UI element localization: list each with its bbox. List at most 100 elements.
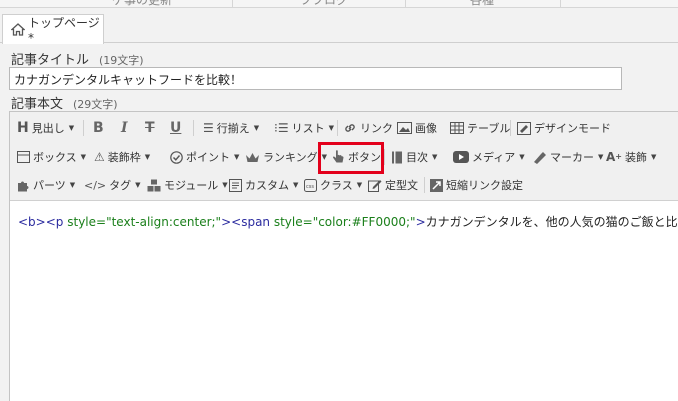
table-label: テーブル xyxy=(467,122,511,135)
list-dropdown[interactable]: ⁝☰ リスト ▼ xyxy=(274,118,334,138)
list-icon: ⁝☰ xyxy=(274,121,289,135)
decoration-label: 装飾 xyxy=(625,151,647,164)
button-insert[interactable]: ボタン xyxy=(332,147,381,167)
caret-down-icon: ▼ xyxy=(80,153,87,161)
cubes-icon xyxy=(147,179,161,192)
editor-content[interactable]: <b><p style="text-align:center;"><span s… xyxy=(10,201,678,401)
caret-down-icon: ▼ xyxy=(293,181,299,189)
caret-down-icon: ▼ xyxy=(144,153,151,161)
template-button[interactable]: 定型文 xyxy=(368,175,418,195)
caret-down-icon: ▼ xyxy=(234,153,240,161)
tag-dropdown[interactable]: </> タグ ▼ xyxy=(84,175,141,195)
caret-down-icon: ▼ xyxy=(432,153,438,161)
heading-icon: H xyxy=(17,120,29,136)
image-label: 画像 xyxy=(415,122,437,135)
short-link-button[interactable]: 短縮リンク設定 xyxy=(430,175,523,195)
align-dropdown[interactable]: ☰ 行揃え ▼ xyxy=(203,118,259,138)
toolbar-row: H 見出し ▼ B I T U ☰ 行揃え ▼ ⁝☰ リスト ▼ リンク 画像 … xyxy=(10,114,678,142)
code-token: <p xyxy=(45,215,68,229)
editor-toolbar: H 見出し ▼ B I T U ☰ 行揃え ▼ ⁝☰ リスト ▼ リンク 画像 … xyxy=(10,112,678,201)
puzzle-icon xyxy=(17,179,30,192)
bold-button[interactable]: B xyxy=(93,118,104,138)
short-link-icon xyxy=(430,178,443,192)
top-navigation: ゲ事の更新 ブブログ 各種 xyxy=(0,0,678,8)
marker-dropdown[interactable]: マーカー ▼ xyxy=(532,147,603,167)
edit-icon xyxy=(368,179,382,192)
topnav-item[interactable]: ブブログ xyxy=(300,0,348,7)
divider xyxy=(510,120,511,136)
underline-button[interactable]: U xyxy=(170,118,181,138)
short-link-label: 短縮リンク設定 xyxy=(446,179,523,192)
tab-bar: トップページ* xyxy=(0,8,678,45)
youtube-icon xyxy=(453,151,469,163)
css-icon: css xyxy=(304,178,317,192)
divider xyxy=(384,149,385,165)
char-count: (29文字) xyxy=(73,98,118,111)
caret-down-icon: ▼ xyxy=(222,181,228,189)
code-token: "color:#FF0000;" xyxy=(312,215,416,229)
decor-frame-label: 装飾枠 xyxy=(107,151,141,164)
svg-text:css: css xyxy=(306,184,314,190)
template-label: 定型文 xyxy=(385,179,418,192)
class-dropdown[interactable]: css クラス ▼ xyxy=(304,175,362,195)
caret-down-icon: ▼ xyxy=(328,124,334,132)
article-body-label: 記事本文 (29文字) xyxy=(11,93,118,112)
code-icon: </> xyxy=(84,178,107,192)
design-mode-label: デザインモード xyxy=(534,122,611,135)
table-icon xyxy=(450,122,464,134)
module-label: モジュール xyxy=(164,179,219,192)
tab-top-page[interactable]: トップページ* xyxy=(2,14,104,45)
table-button[interactable]: テーブル xyxy=(450,118,510,138)
caret-down-icon: ▼ xyxy=(519,153,525,161)
box-label: ボックス xyxy=(33,151,77,164)
warning-icon: ⚠ xyxy=(94,150,105,164)
code-token: "text-align:center;" xyxy=(106,215,222,229)
custom-icon xyxy=(229,178,242,192)
bold-label: B xyxy=(93,120,104,136)
check-circle-icon xyxy=(170,150,183,164)
toolbar-row: ボックス ▼ ⚠ 装飾枠 ▼ ポイント ▼ ランキング ▼ ボタン 目次 ▼ メ… xyxy=(10,143,678,171)
box-dropdown[interactable]: ボックス ▼ xyxy=(17,147,86,167)
image-button[interactable]: 画像 xyxy=(397,118,437,138)
topnav-item[interactable]: 各種 xyxy=(470,0,494,7)
label-text: 記事タイトル xyxy=(11,53,90,68)
toc-dropdown[interactable]: 目次 ▼ xyxy=(391,147,437,167)
marker-icon xyxy=(532,151,547,164)
button-insert-label: ボタン xyxy=(348,151,381,164)
decor-frame-dropdown[interactable]: ⚠ 装飾枠 ▼ xyxy=(94,147,150,167)
decoration-dropdown[interactable]: A + 装飾 ▼ xyxy=(606,147,656,167)
link-label: リンク xyxy=(360,122,393,135)
toc-label: 目次 xyxy=(406,151,428,164)
media-dropdown[interactable]: メディア ▼ xyxy=(453,147,525,167)
tab-label: トップページ* xyxy=(28,16,100,45)
module-dropdown[interactable]: モジュール ▼ xyxy=(147,175,228,195)
custom-dropdown[interactable]: カスタム ▼ xyxy=(229,175,298,195)
link-icon xyxy=(343,121,357,135)
ranking-dropdown[interactable]: ランキング ▼ xyxy=(245,147,327,167)
point-dropdown[interactable]: ポイント ▼ xyxy=(170,147,239,167)
strikethrough-button[interactable]: T xyxy=(145,118,155,138)
divider xyxy=(405,0,406,7)
caret-down-icon: ▼ xyxy=(598,153,604,161)
topnav-item[interactable]: ゲ事の更新 xyxy=(112,0,172,7)
align-left-icon: ☰ xyxy=(203,121,214,135)
crown-icon xyxy=(245,152,260,163)
article-title-input[interactable]: カナガンデンタルキャットフードを比較！ xyxy=(9,67,622,90)
toolbar-row: パーツ ▼ </> タグ ▼ モジュール ▼ カスタム ▼ css クラス ▼ … xyxy=(10,171,678,199)
book-icon xyxy=(391,151,403,164)
align-label: 行揃え xyxy=(216,122,250,135)
parts-dropdown[interactable]: パーツ ▼ xyxy=(17,175,75,195)
code-token: style= xyxy=(67,215,107,229)
char-count: (19文字) xyxy=(99,54,144,67)
divider xyxy=(83,120,84,136)
caret-down-icon: ▼ xyxy=(321,153,328,161)
code-token: <b> xyxy=(18,215,46,229)
design-mode-button[interactable]: デザインモード xyxy=(517,118,611,138)
code-token: <span xyxy=(231,215,274,229)
heading-dropdown[interactable]: H 見出し ▼ xyxy=(17,118,74,138)
link-button[interactable]: リンク xyxy=(343,118,393,138)
article-title-label: 記事タイトル (19文字) xyxy=(11,49,144,68)
caret-down-icon: ▼ xyxy=(68,124,75,132)
italic-button[interactable]: I xyxy=(121,118,128,138)
ranking-label: ランキング xyxy=(263,151,318,164)
